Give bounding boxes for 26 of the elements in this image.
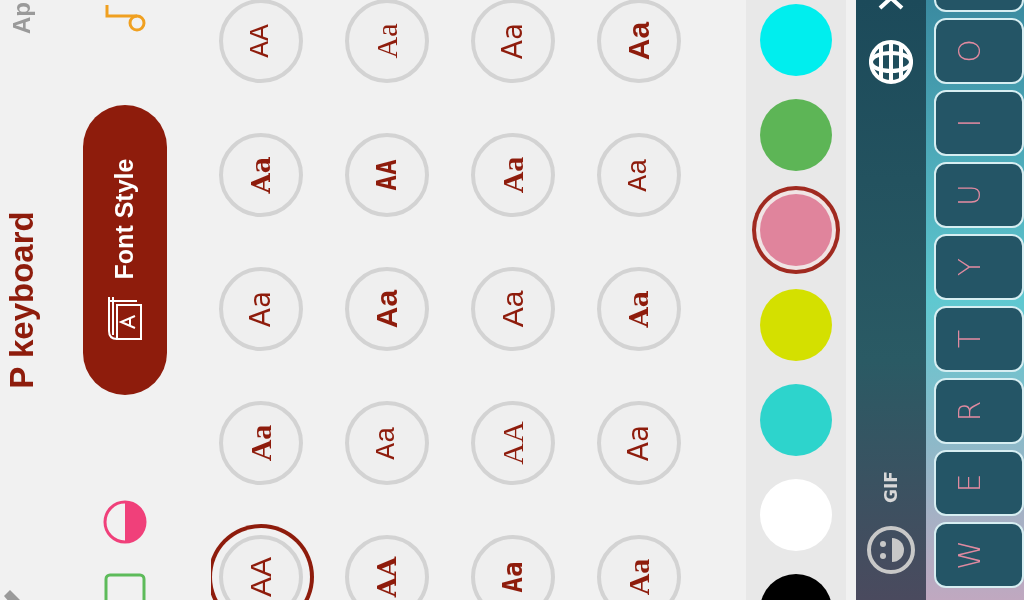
- app-title: P keyboard: [2, 211, 41, 389]
- font-style-option[interactable]: AA: [344, 133, 429, 217]
- font-style-tab[interactable]: Font Style: [82, 105, 167, 395]
- font-style-option[interactable]: AA: [344, 535, 429, 600]
- font-style-option[interactable]: Aa: [470, 0, 555, 83]
- font-style-option[interactable]: Aa: [596, 535, 681, 600]
- font-style-option[interactable]: Aa: [596, 267, 681, 351]
- font-style-option[interactable]: Aa: [470, 267, 555, 351]
- font-style-option[interactable]: AA: [218, 0, 303, 83]
- sticker-icon: [102, 572, 147, 600]
- half-circle-icon: [101, 499, 148, 545]
- font-style-option[interactable]: Aa: [344, 267, 429, 351]
- font-style-option[interactable]: Aa: [344, 0, 429, 83]
- font-style-option[interactable]: Aa: [344, 401, 429, 485]
- font-style-option[interactable]: AA: [470, 401, 555, 485]
- gif-button[interactable]: GIF: [881, 471, 901, 503]
- font-style-option[interactable]: Aa: [218, 267, 303, 351]
- font-style-option[interactable]: Aa: [596, 0, 681, 83]
- emoji-icon[interactable]: [866, 525, 916, 575]
- font-style-option[interactable]: Aa: [596, 401, 681, 485]
- font-style-option[interactable]: Aa: [218, 401, 303, 485]
- globe-icon[interactable]: [867, 38, 915, 86]
- font-style-option[interactable]: Aa: [218, 133, 303, 217]
- font-style-option[interactable]: Aa: [596, 133, 681, 217]
- font-style-option[interactable]: Aa: [470, 535, 555, 600]
- font-style-option[interactable]: Aa: [470, 133, 555, 217]
